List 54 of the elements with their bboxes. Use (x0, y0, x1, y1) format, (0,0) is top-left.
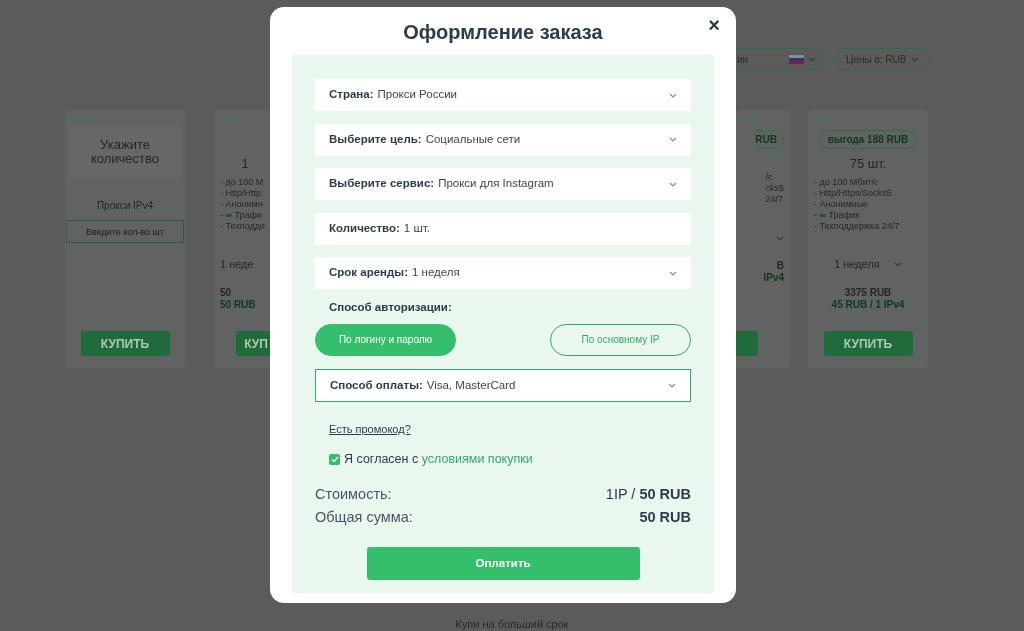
checkbox[interactable] (329, 454, 340, 466)
total-price: 3375 RUB (844, 286, 892, 299)
dropdown[interactable]: Страна: Прокси России (315, 79, 691, 111)
terms-link[interactable]: условиями покупки (421, 452, 533, 467)
chevron-down-icon (669, 137, 677, 142)
unit-price: IPv4 (763, 272, 784, 284)
feature-text: 24/7 (765, 194, 784, 205)
input-field[interactable]: Количество: 1 шт. (315, 212, 691, 245)
close-button[interactable]: × (708, 15, 720, 35)
feature-text: - Анонимные (814, 198, 870, 210)
total-price: B (776, 260, 784, 272)
quantity-label: 75 шт. (849, 155, 887, 173)
dropdown[interactable]: Срок аренды: 1 неделя (315, 257, 691, 289)
buy-button[interactable]: КУПИТЬ (823, 331, 913, 356)
cost-value: 1IP / 50 RUB (605, 485, 691, 503)
dropdown[interactable]: Выберите цель: Социальные сети (315, 123, 691, 156)
flag-icon (789, 55, 804, 64)
period-dropdown[interactable]: 1 неде (220, 251, 254, 278)
payment-dropdown[interactable]: Способ оплаты: Visa, MasterCard (315, 368, 691, 402)
unit-price: 50 RUB (220, 298, 256, 311)
feature-text: - Анонимн (220, 198, 264, 210)
chevron-down-icon (669, 92, 677, 98)
dialog-title: Оформление заказа (403, 20, 603, 45)
card-title: Укажите количество (69, 126, 181, 178)
dots-icon (220, 116, 240, 120)
buy-button[interactable]: КУПИТЬ (80, 331, 170, 356)
feature-text: - Техподде (220, 220, 265, 232)
cost-label: Общая сумма: (315, 508, 413, 526)
unit-price: 45 RUB / 1 IPv4 (831, 298, 905, 311)
chevron-down-icon (808, 57, 816, 62)
chevron-down-icon (669, 270, 677, 276)
card-subtitle: Прокси IPv4 (96, 199, 154, 213)
dots-icon (814, 116, 834, 120)
chevron-down-icon (911, 57, 919, 62)
chevron-down-icon (668, 382, 676, 388)
promo-link[interactable]: Есть промокод? (329, 420, 411, 438)
auth-option[interactable]: По логину и паролю (315, 323, 456, 356)
chevron-down-icon (893, 262, 902, 267)
auth-label: Способ авторизации: (329, 299, 453, 315)
quantity-field[interactable]: Введите кол-во шт (66, 220, 184, 243)
feature-text: - ∞ Трафи (220, 209, 263, 221)
quantity-label: 1 (241, 155, 249, 173)
dots-icon (71, 116, 91, 120)
cost-label: Стоимость: (315, 485, 392, 503)
cost-value: 50 RUB (639, 508, 691, 526)
agreement-text: Я согласен с условиями покупки (344, 451, 533, 469)
total-price: 50 (220, 286, 232, 299)
pay-button[interactable]: Оплатить (366, 547, 640, 580)
feature-text: - ∞ Трафик (814, 209, 861, 221)
chevron-down-icon (669, 181, 677, 187)
dropdown[interactable]: Выберите сервис: Прокси для Instagram (315, 168, 691, 200)
dots-icon (742, 116, 762, 120)
chevron-down-icon (776, 235, 784, 241)
period-dropdown[interactable]: 1 неделя (826, 251, 910, 278)
